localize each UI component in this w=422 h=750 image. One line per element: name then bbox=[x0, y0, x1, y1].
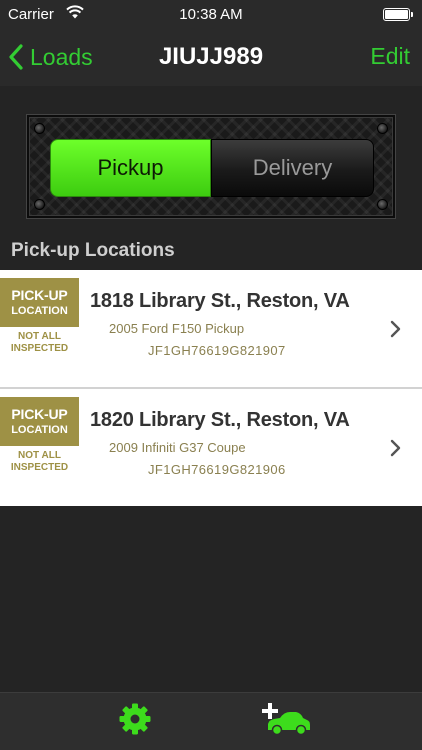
settings-button[interactable] bbox=[118, 702, 152, 736]
gear-icon bbox=[119, 703, 151, 735]
edit-button[interactable]: Edit bbox=[370, 43, 410, 70]
status-time: 10:38 AM bbox=[179, 6, 243, 23]
vehicle-name: 2005 Ford F150 Pickup bbox=[109, 321, 245, 336]
chevron-right-icon bbox=[390, 320, 401, 338]
chevron-right-icon bbox=[390, 439, 401, 457]
inspection-status-line1: NOT ALL bbox=[18, 450, 61, 461]
pickup-location-badge: PICK-UP LOCATION bbox=[0, 278, 79, 327]
badge-top-label: PICK-UP bbox=[11, 287, 68, 303]
location-row[interactable]: PICK-UP LOCATION NOT ALL INSPECTED 1820 … bbox=[0, 389, 422, 506]
badge-top-label: PICK-UP bbox=[11, 406, 68, 422]
vehicle-name: 2009 Infiniti G37 Coupe bbox=[109, 440, 246, 455]
delivery-segment[interactable]: Delivery bbox=[211, 139, 374, 197]
tab-bar bbox=[0, 692, 422, 750]
location-address: 1818 Library St., Reston, VA bbox=[90, 290, 350, 312]
inspection-status: NOT ALL INSPECTED bbox=[0, 450, 79, 474]
pickup-segment[interactable]: Pickup bbox=[50, 139, 211, 197]
segment-control-plate: Pickup Delivery bbox=[27, 115, 395, 218]
badge-bottom-label: LOCATION bbox=[11, 305, 68, 317]
back-button[interactable]: Loads bbox=[8, 40, 93, 74]
pickup-location-badge: PICK-UP LOCATION bbox=[0, 397, 79, 446]
inspection-status: NOT ALL INSPECTED bbox=[0, 331, 79, 355]
inspection-status-line2: INSPECTED bbox=[10, 343, 69, 354]
inspection-status-line2: INSPECTED bbox=[10, 462, 69, 473]
location-address: 1820 Library St., Reston, VA bbox=[90, 409, 350, 431]
section-header: Pick-up Locations bbox=[11, 240, 175, 261]
battery-icon bbox=[383, 8, 413, 21]
navigation-bar: Loads JIUJJ989 Edit bbox=[0, 30, 422, 86]
inspection-status-line1: NOT ALL bbox=[18, 331, 61, 342]
location-row[interactable]: PICK-UP LOCATION NOT ALL INSPECTED 1818 … bbox=[0, 270, 422, 387]
status-bar: Carrier 10:38 AM bbox=[0, 0, 422, 30]
screw-icon bbox=[34, 199, 45, 210]
screw-icon bbox=[377, 123, 388, 134]
chevron-left-icon bbox=[9, 44, 23, 70]
screw-icon bbox=[34, 123, 45, 134]
vehicle-vin: JF1GH76619G821907 bbox=[148, 343, 286, 358]
vehicle-vin: JF1GH76619G821906 bbox=[148, 462, 286, 477]
back-button-label: Loads bbox=[30, 43, 93, 70]
add-vehicle-icon bbox=[262, 703, 310, 736]
screw-icon bbox=[377, 199, 388, 210]
add-vehicle-button[interactable] bbox=[262, 701, 312, 737]
badge-bottom-label: LOCATION bbox=[11, 424, 68, 436]
